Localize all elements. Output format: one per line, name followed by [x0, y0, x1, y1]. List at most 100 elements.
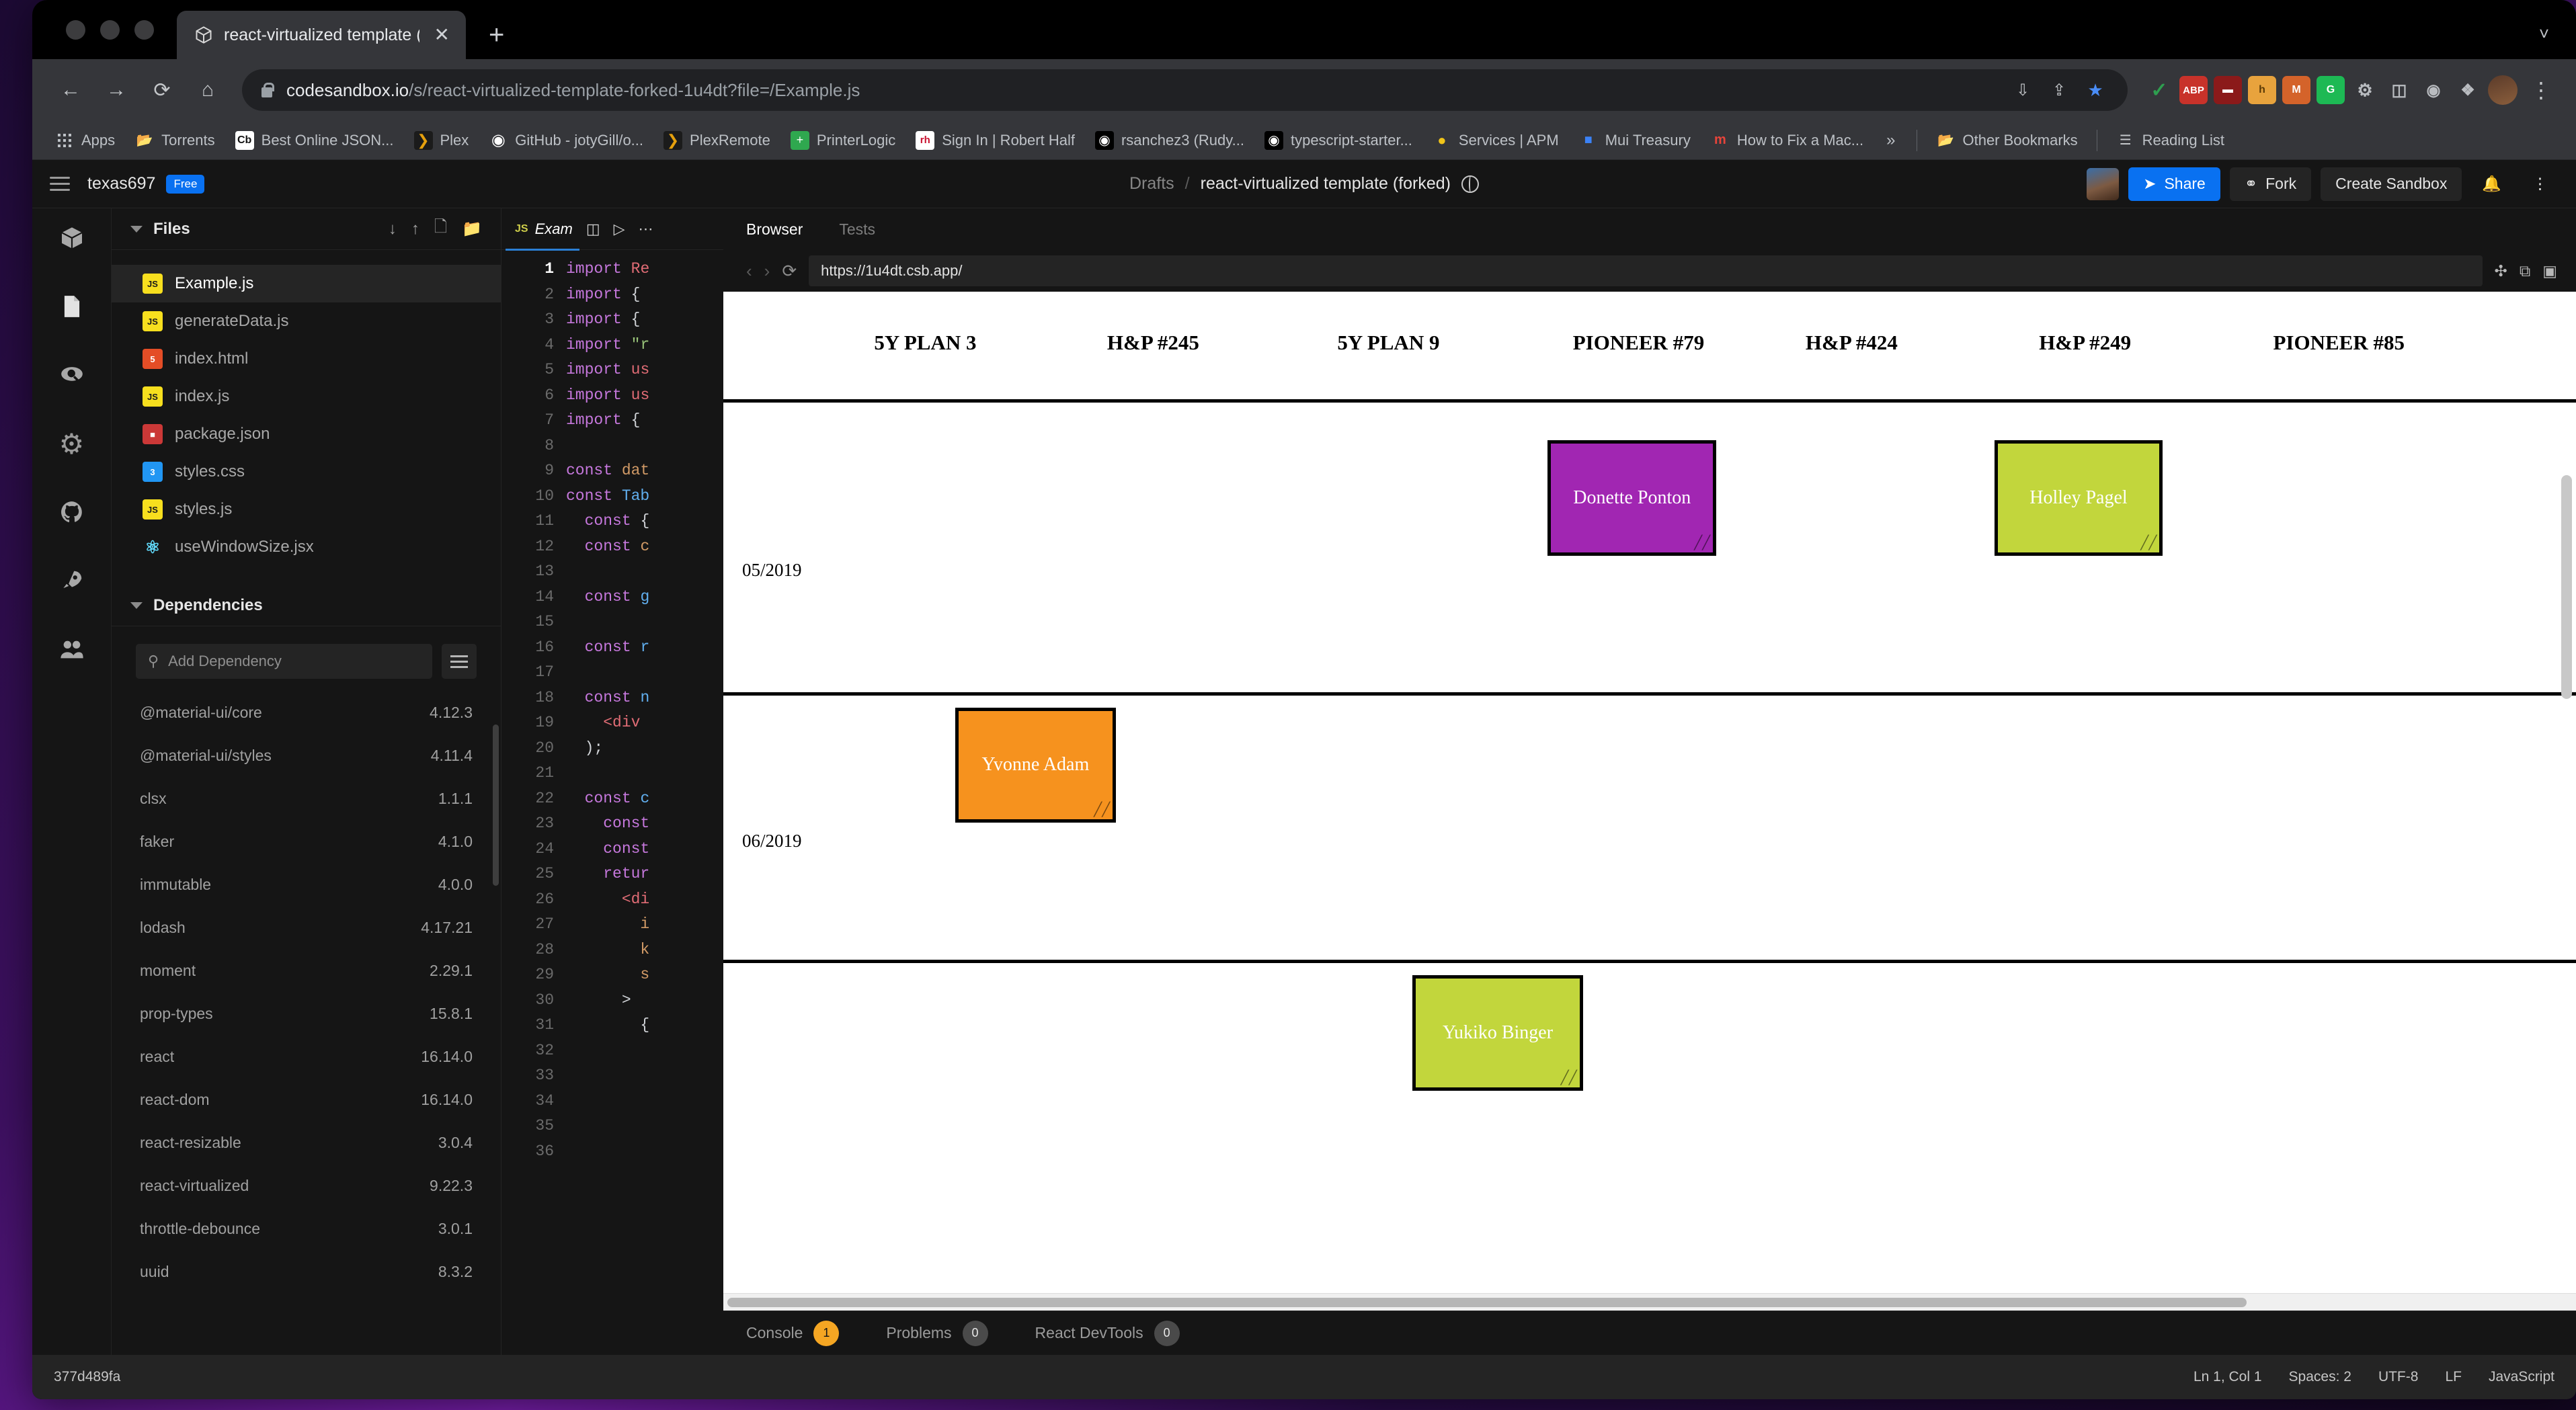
dependencies-list[interactable]: @material-ui/core 4.12.3 @material-ui/st…	[112, 691, 501, 1355]
open-preview-icon[interactable]: ▷	[614, 220, 625, 238]
dependency-row[interactable]: immutable 4.0.0	[112, 863, 501, 906]
schedule-event-block[interactable]: Yvonne Adam ╱╱	[955, 707, 1117, 823]
schedule-event-block[interactable]: Yukiko Binger ╱╱	[1412, 975, 1583, 1091]
file-item-index-html[interactable]: 5 index.html	[112, 340, 501, 378]
reload-icon[interactable]: ⟳	[782, 261, 797, 282]
new-file-icon[interactable]: 🗋	[434, 215, 447, 243]
dependency-row[interactable]: faker 4.1.0	[112, 820, 501, 863]
schedule-event-block[interactable]: Donette Ponton ╱╱	[1547, 440, 1717, 556]
dependency-row[interactable]: @material-ui/core 4.12.3	[112, 691, 501, 734]
chevron-down-icon[interactable]	[130, 225, 143, 233]
maximize-window-button[interactable]	[134, 19, 154, 40]
bookmark-services-apm[interactable]: ● Services | APM	[1424, 127, 1567, 154]
chevron-right-icon[interactable]: ›	[764, 261, 770, 282]
live-collaboration-icon[interactable]	[57, 634, 87, 664]
devtools-tab-console[interactable]: Console 1	[746, 1320, 840, 1346]
minimize-window-button[interactable]	[100, 19, 120, 40]
bookmark-plexremote[interactable]: ❯ PlexRemote	[655, 127, 778, 154]
wallet-extension-icon[interactable]: ◫	[2385, 76, 2413, 104]
avatar[interactable]	[2087, 167, 2120, 200]
bookmark-printerlogic[interactable]: + PrinterLogic	[782, 127, 903, 154]
notifications-button[interactable]: 🔔	[2471, 167, 2512, 201]
honey-extension-icon[interactable]: h	[2248, 76, 2276, 104]
dependency-row[interactable]: react-resizable 3.0.4	[112, 1121, 501, 1164]
puzzle-extension-icon[interactable]: ❖	[2454, 76, 2482, 104]
open-in-new-window-icon[interactable]: ⧉	[2520, 262, 2530, 280]
share-icon[interactable]: ⇪	[2044, 75, 2074, 105]
dependency-row[interactable]: react-dom 16.14.0	[112, 1078, 501, 1121]
chevron-down-icon[interactable]	[130, 602, 143, 609]
abp-extension-icon[interactable]: ABP	[2179, 76, 2208, 104]
bookmark-mui-treasury[interactable]: ■ Mui Treasury	[1571, 127, 1699, 154]
dependency-row[interactable]: prop-types 15.8.1	[112, 992, 501, 1035]
dependency-row[interactable]: moment 2.29.1	[112, 949, 501, 992]
file-item-styles-css[interactable]: 3 styles.css	[112, 453, 501, 491]
preview-horizontal-scrollbar[interactable]	[723, 1293, 2576, 1311]
star-icon[interactable]: ★	[2081, 75, 2110, 105]
omnibox-actions[interactable]: ⇩ ⇪ ★	[2008, 75, 2110, 105]
chevron-double-right-icon[interactable]: »	[1876, 131, 1906, 150]
bookmark-typescript-starter[interactable]: ◉ typescript-starter...	[1256, 127, 1420, 154]
ellipsis-icon[interactable]: ⋯	[639, 220, 653, 238]
bookmark-github-jotygill[interactable]: ◉ GitHub - jotyGill/o...	[481, 127, 651, 154]
split-editor-icon[interactable]: ◫	[586, 220, 600, 238]
code-text[interactable]: import Re import { import { import "r im…	[566, 257, 723, 1355]
tab-browser[interactable]: Browser	[746, 220, 803, 239]
bookmark-rsanchez3[interactable]: ◉ rsanchez3 (Rudy...	[1087, 127, 1252, 154]
dependency-row[interactable]: clsx 1.1.1	[112, 777, 501, 820]
breadcrumb-drafts[interactable]: Drafts	[1129, 174, 1174, 194]
upload-icon[interactable]: ↑	[411, 220, 419, 239]
more-options-button[interactable]: ⋮	[2522, 167, 2559, 201]
responsive-mode-icon[interactable]: ✣	[2495, 262, 2507, 280]
schedule-event-block[interactable]: Holley Pagel ╱╱	[1994, 440, 2163, 556]
browser-tab[interactable]: react-virtualized template (forked) ✕	[177, 11, 466, 59]
resize-handle[interactable]: ╱╱	[1694, 534, 1710, 551]
cursor-position-label[interactable]: Ln 1, Col 1	[2193, 1369, 2262, 1385]
preview-viewport[interactable]: 5Y PLAN 3 H&P #245 5Y PLAN 9 PIONEER #79…	[723, 292, 2576, 1311]
forward-button[interactable]: →	[95, 69, 137, 111]
bookmark-plex[interactable]: ❯ Plex	[406, 127, 477, 154]
close-window-button[interactable]	[66, 19, 85, 40]
extensions-strip[interactable]: ✓ ABP ▬ h M G ⚙ ◫ ◉ ❖ ⋮	[2141, 75, 2559, 105]
home-button[interactable]: ⌂	[187, 69, 229, 111]
settings-extension-icon[interactable]: ⚙	[2351, 76, 2379, 104]
devtools-tab-react-devtools[interactable]: React DevTools 0	[1035, 1320, 1180, 1346]
back-button[interactable]: ←	[50, 69, 91, 111]
file-item-styles-js[interactable]: JS styles.js	[112, 491, 501, 528]
other-bookmarks-folder[interactable]: 📂 Other Bookmarks	[1928, 127, 2085, 154]
add-dependency-input[interactable]: ⚲ Add Dependency	[136, 644, 432, 679]
bookmark-best-online-json[interactable]: Cb Best Online JSON...	[227, 127, 402, 154]
new-tab-button[interactable]: +	[466, 11, 527, 59]
dependency-row[interactable]: @material-ui/styles 4.11.4	[112, 734, 501, 777]
sidebar-scrollbar-thumb[interactable]	[493, 724, 499, 886]
file-item-package-json[interactable]: ■ package.json	[112, 415, 501, 453]
search-icon[interactable]	[57, 360, 87, 390]
dependency-row[interactable]: uuid 8.3.2	[112, 1250, 501, 1293]
hamburger-menu-icon[interactable]	[50, 177, 70, 191]
language-mode-label[interactable]: JavaScript	[2489, 1369, 2554, 1385]
file-item-generatedata-js[interactable]: JS generateData.js	[112, 302, 501, 340]
file-item-usewindowsize-jsx[interactable]: ⚛ useWindowSize.jsx	[112, 528, 501, 566]
explore-sandboxes-icon[interactable]	[57, 223, 87, 253]
line-ending-label[interactable]: LF	[2445, 1369, 2462, 1385]
file-item-index-js[interactable]: JS index.js	[112, 378, 501, 415]
resize-handle[interactable]: ╱╱	[2140, 534, 2157, 551]
code-area[interactable]: 1 2 3 4 5 6 7 8 9 10 11 12 13 14 15 16 1…	[501, 250, 723, 1355]
bookmark-robert-half[interactable]: rh Sign In | Robert Half	[908, 127, 1083, 154]
kebab-menu-icon[interactable]: ⋮	[2524, 77, 2559, 103]
momentum-extension-icon[interactable]: M	[2282, 76, 2310, 104]
dependency-row[interactable]: lodash 4.17.21	[112, 906, 501, 949]
list-menu-icon[interactable]	[442, 644, 477, 679]
dependency-row[interactable]: throttle-debounce 3.0.1	[112, 1207, 501, 1250]
scrollbar-thumb[interactable]	[727, 1298, 2247, 1307]
bookmark-torrents[interactable]: 📂 Torrents	[127, 127, 223, 154]
files-explorer-icon[interactable]	[57, 292, 87, 321]
install-icon[interactable]: ⇩	[2008, 75, 2038, 105]
github-icon[interactable]	[57, 497, 87, 527]
fork-button[interactable]: ⚭ Fork	[2229, 167, 2312, 201]
editor-tab-example-js[interactable]: JS Exam	[506, 208, 579, 251]
tab-tests[interactable]: Tests	[839, 220, 875, 239]
dependency-row[interactable]: react-virtualized 9.22.3	[112, 1164, 501, 1207]
resize-handle[interactable]: ╱╱	[1561, 1069, 1577, 1086]
grammarly-extension-icon[interactable]: G	[2317, 76, 2345, 104]
